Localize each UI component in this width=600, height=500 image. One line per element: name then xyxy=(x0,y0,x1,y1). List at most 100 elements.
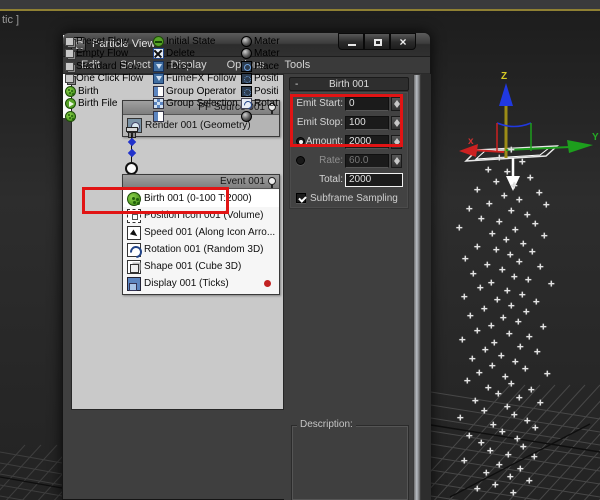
particle-tick: + xyxy=(472,394,479,407)
depot-item-birth-file[interactable]: Birth File xyxy=(65,98,117,110)
rate-spinner[interactable] xyxy=(391,154,402,168)
particle-tick: + xyxy=(540,320,547,333)
particle-tick: + xyxy=(511,408,518,421)
particle-tick: + xyxy=(525,273,532,286)
transform-gizmo[interactable]: Z x Y xyxy=(459,71,599,158)
depot-item-positi[interactable]: Positi xyxy=(241,73,279,85)
particle-tick: + xyxy=(517,340,524,353)
panel-scrollbar[interactable] xyxy=(413,74,421,500)
particle-tick: + xyxy=(514,432,521,445)
depot-item-empty-flow[interactable]: Empty Flow xyxy=(65,48,128,60)
particle-tick: + xyxy=(503,233,510,246)
close-icon: × xyxy=(399,35,407,49)
particle-tick: + xyxy=(504,400,511,413)
depot-item-delete[interactable]: Delete xyxy=(153,48,195,60)
particle-tick: + xyxy=(511,179,518,192)
particle-tick: + xyxy=(499,425,506,438)
depot-item-clipped[interactable] xyxy=(65,110,78,122)
depot-item-clipped[interactable] xyxy=(241,110,254,122)
birth-rollout-header[interactable]: - Birth 001 xyxy=(289,77,409,91)
particle-tick: + xyxy=(489,227,496,240)
placement-icon xyxy=(241,60,252,72)
depot-item-fumefx-follow[interactable]: FumeFX Follow xyxy=(153,73,236,85)
birth-icon xyxy=(65,110,76,122)
close-button[interactable]: × xyxy=(390,33,416,50)
particle-tick: + xyxy=(493,243,500,256)
x-axis-label: x xyxy=(468,136,474,147)
depot-item-force[interactable]: Force xyxy=(153,60,192,72)
operator-label: Display 001 (Ticks) xyxy=(144,278,229,289)
particle-tick: + xyxy=(502,370,509,383)
depot-item-place[interactable]: Place xyxy=(241,60,279,72)
particle-tick: + xyxy=(464,374,471,387)
operator-row-rotation[interactable]: Rotation 001 (Random 3D) xyxy=(123,241,279,258)
event-display-canvas[interactable]: PF Source 001 Render 001 (Geometry) Even… xyxy=(71,74,284,410)
rate-field[interactable]: 60.0 xyxy=(345,154,389,168)
group-selection-icon xyxy=(153,98,164,109)
group-operator-icon xyxy=(153,85,164,97)
viewport-label[interactable]: tic ] xyxy=(2,14,19,26)
particle-tick: + xyxy=(504,284,511,297)
depot-item-label: Positi xyxy=(254,85,279,97)
render-operator-row[interactable]: Render 001 (Geometry) xyxy=(123,115,279,136)
rotation-object-icon xyxy=(241,98,252,109)
delete-icon xyxy=(153,48,164,59)
particle-tick: + xyxy=(496,458,503,471)
pf-source-icon[interactable] xyxy=(464,145,560,191)
particle-tick: + xyxy=(516,193,523,206)
depot-item-label: Positi xyxy=(254,73,279,84)
particle-tick: + xyxy=(474,240,481,253)
x-axis-arrow xyxy=(459,144,478,157)
particle-tick: + xyxy=(496,215,503,228)
depot-item-preset-flow[interactable]: Preset Flow xyxy=(65,35,129,47)
display-color-dot[interactable] xyxy=(264,280,271,287)
force-icon xyxy=(153,60,164,72)
depot-item-group-operator[interactable]: Group Operator xyxy=(153,85,236,97)
particle-tick: + xyxy=(520,440,527,453)
particle-tick: + xyxy=(526,474,533,487)
particle-tick: + xyxy=(485,163,492,176)
minimize-button[interactable] xyxy=(338,33,364,50)
window-right-border xyxy=(421,74,431,500)
depot-item-initial-state[interactable]: Initial State xyxy=(153,35,215,47)
description-label: Description: xyxy=(297,419,356,430)
particle-tick: + xyxy=(510,486,517,499)
depot-item-positi[interactable]: Positi xyxy=(241,85,279,97)
particle-tick: + xyxy=(537,260,544,273)
operator-row-display[interactable]: Display 001 (Ticks) xyxy=(123,275,279,292)
subframe-checkbox[interactable] xyxy=(296,193,306,203)
depot-item-mater[interactable]: Mater xyxy=(241,35,280,47)
particle-tick: + xyxy=(531,450,538,463)
particle-tick: + xyxy=(498,349,505,362)
flow-icon xyxy=(65,74,74,83)
depot-item-label: Group Operator xyxy=(166,85,237,97)
depot-item-birth[interactable]: Birth xyxy=(65,85,99,97)
maximize-button[interactable] xyxy=(364,33,390,50)
particle-tick: + xyxy=(516,391,523,404)
enable-bulb-icon[interactable] xyxy=(268,177,276,188)
menu-tools[interactable]: Tools xyxy=(275,59,321,71)
operator-row-shape[interactable]: Shape 001 (Cube 3D) xyxy=(123,258,279,275)
depot-item-rotat[interactable]: Rotat xyxy=(241,98,278,110)
total-field[interactable]: 2000 xyxy=(345,173,403,187)
minimize-icon xyxy=(348,44,356,46)
particle-tick: + xyxy=(457,411,464,424)
particle-tick: + xyxy=(536,186,543,199)
particle-tick: + xyxy=(481,302,488,315)
particle-tick: + xyxy=(508,299,515,312)
operator-depot[interactable]: Preset Flow Empty Flow Standard Flow One Cl… xyxy=(63,33,280,122)
window-controls: × xyxy=(338,33,416,50)
depot-item-one-click-flow[interactable]: One Click Flow xyxy=(65,73,143,85)
active-viewport-border xyxy=(0,9,600,11)
particle-tick: + xyxy=(489,359,496,372)
event-node-title: Event 001 xyxy=(219,176,265,187)
rate-label: Rate: xyxy=(319,155,343,166)
depot-item-mater[interactable]: Mater xyxy=(241,48,280,60)
depot-item-standard-flow[interactable]: Standard Flow xyxy=(65,60,140,72)
depot-item-group-selection[interactable]: Group Selection xyxy=(153,98,238,110)
source-output-connector[interactable] xyxy=(126,127,138,138)
particle-tick: + xyxy=(487,444,494,457)
operator-row-speed[interactable]: Speed 001 (Along Icon Arro... xyxy=(123,224,279,241)
depot-item-clipped[interactable] xyxy=(153,110,166,122)
depot-item-label: Group Selection xyxy=(166,98,238,109)
